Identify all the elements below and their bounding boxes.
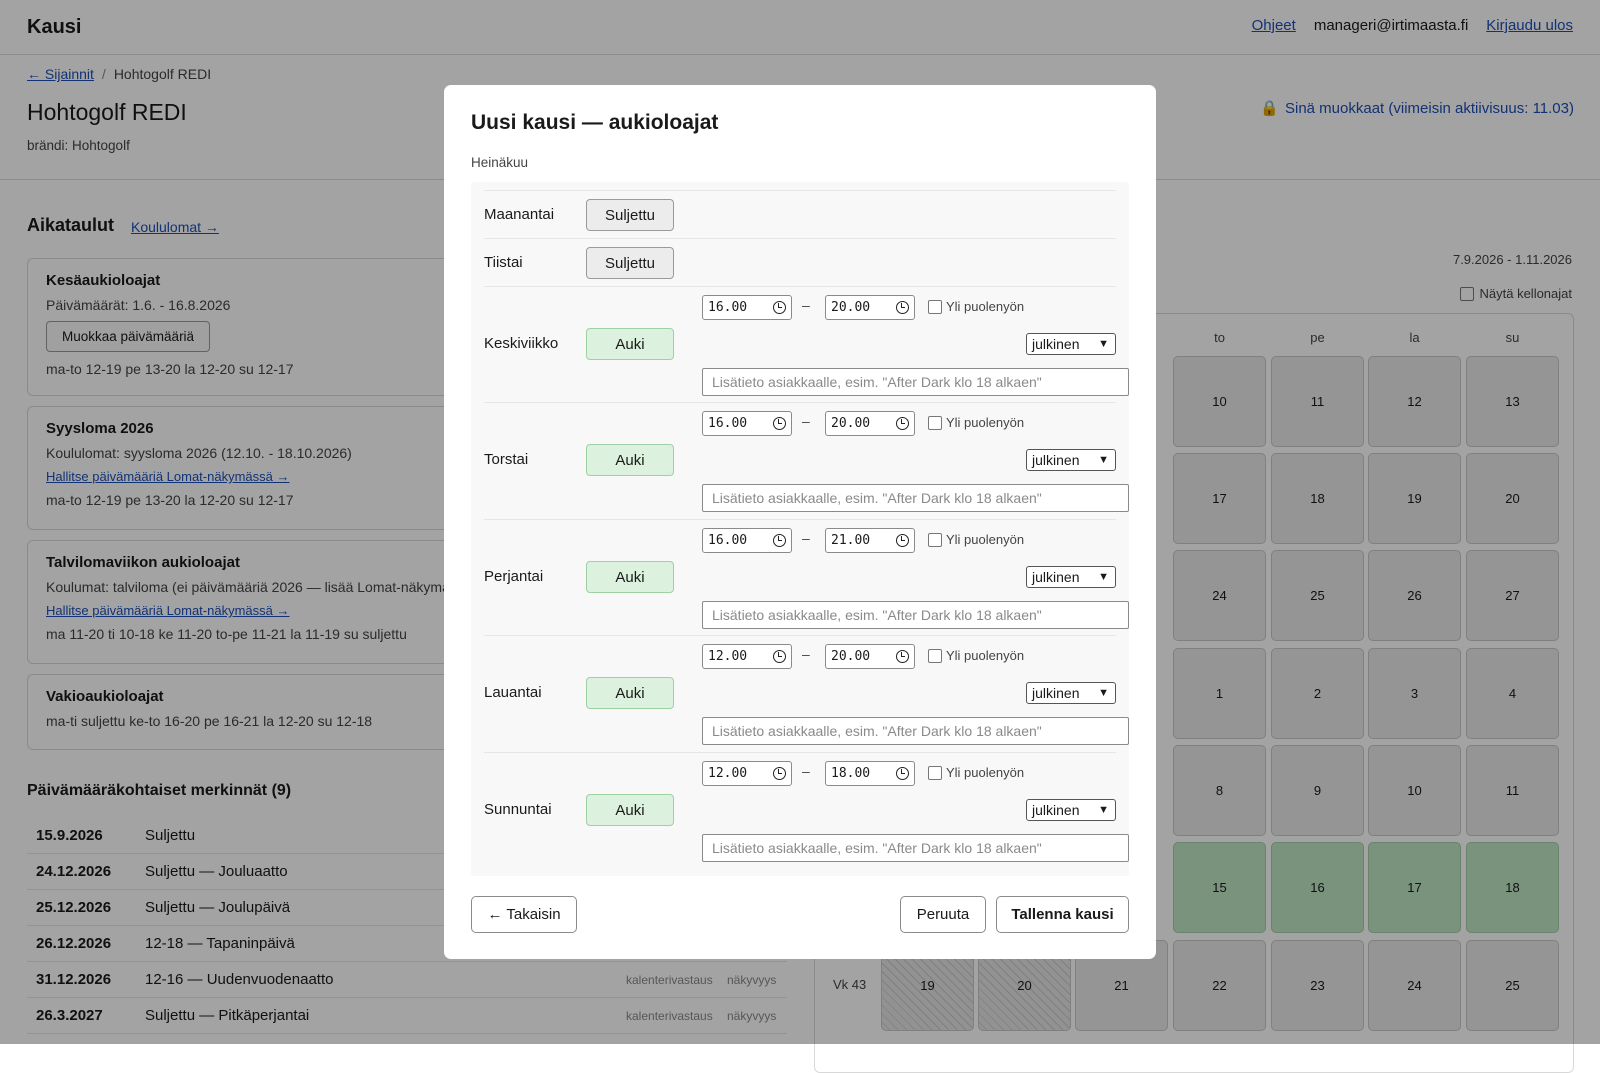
weekday-row: Keskiviikko Auki 16.00 – 20.00 Yli puolenyön j… [484,286,1129,402]
customer-note-input[interactable]: Lisätieto asiakkaalle, esim. "After Dark… [702,368,1129,396]
past-midnight-checkbox[interactable] [928,765,942,780]
visibility-select[interactable]: julkinen ▼ [1026,682,1116,704]
cancel-button[interactable]: Peruuta [900,896,986,933]
customer-note-input[interactable]: Lisätieto asiakkaalle, esim. "After Dark… [702,834,1129,862]
day-state-toggle[interactable]: Suljettu [586,247,674,279]
weekday-name: Torstai [484,451,529,468]
day-state-toggle[interactable]: Auki [586,328,674,360]
clock-icon[interactable] [773,650,786,663]
chevron-down-icon: ▼ [1098,338,1109,350]
close-time-value: 20.00 [831,649,871,664]
close-time-input[interactable]: 20.00 [825,411,915,436]
past-midnight-toggle[interactable]: Yli puolenyön [928,532,1024,547]
day-state-toggle[interactable]: Auki [586,677,674,709]
customer-note-input[interactable]: Lisätieto asiakkaalle, esim. "After Dark… [702,601,1129,629]
visibility-select[interactable]: julkinen ▼ [1026,449,1116,471]
new-season-dialog: Uusi kausi — aukioloajat Heinäkuu Maanan… [444,85,1156,959]
close-time-input[interactable]: 20.00 [825,295,915,320]
open-time-input[interactable]: 16.00 [702,411,792,436]
past-midnight-label: Yli puolenyön [946,299,1025,314]
past-midnight-checkbox[interactable] [928,648,942,663]
weekday-name: Perjantai [484,568,544,585]
close-time-input[interactable]: 20.00 [825,644,915,669]
clock-icon[interactable] [773,301,786,314]
weekday-name: Tiistai [484,254,523,271]
visibility-value: julkinen [1032,685,1080,701]
past-midnight-toggle[interactable]: Yli puolenyön [928,765,1024,780]
open-time-input[interactable]: 12.00 [702,644,792,669]
close-time-value: 21.00 [831,533,871,548]
chevron-down-icon: ▼ [1098,687,1109,699]
clock-icon[interactable] [773,534,786,547]
past-midnight-label: Yli puolenyön [946,765,1025,780]
customer-note-input[interactable]: Lisätieto asiakkaalle, esim. "After Dark… [702,717,1129,745]
weekday-row: Lauantai Auki 12.00 – 20.00 Yli puolenyön julk… [484,635,1129,751]
clock-icon[interactable] [773,767,786,780]
chevron-down-icon: ▼ [1098,571,1109,583]
visibility-value: julkinen [1032,452,1080,468]
close-time-value: 18.00 [831,766,871,781]
time-range-dash: – [802,646,810,662]
open-time-input[interactable]: 12.00 [702,761,792,786]
clock-icon[interactable] [896,301,909,314]
day-state-toggle[interactable]: Auki [586,561,674,593]
weekday-row: Torstai Auki 16.00 – 20.00 Yli puolenyön julki… [484,402,1129,518]
visibility-select[interactable]: julkinen ▼ [1026,566,1116,588]
visibility-select[interactable]: julkinen ▼ [1026,799,1116,821]
clock-icon[interactable] [896,534,909,547]
open-time-value: 16.00 [708,300,748,315]
weekday-name: Keskiviikko [484,335,559,352]
open-time-value: 12.00 [708,766,748,781]
time-range-dash: – [802,413,810,429]
weekday-row: Maanantai Suljettu [484,190,1116,238]
close-time-input[interactable]: 21.00 [825,528,915,553]
chevron-down-icon: ▼ [1098,454,1109,466]
dialog-title: Uusi kausi — aukioloajat [471,111,719,134]
past-midnight-label: Yli puolenyön [946,415,1025,430]
weekday-name: Lauantai [484,684,542,701]
clock-icon[interactable] [896,767,909,780]
time-range-dash: – [802,297,810,313]
customer-note-input[interactable]: Lisätieto asiakkaalle, esim. "After Dark… [702,484,1129,512]
time-range-dash: – [802,763,810,779]
close-time-input[interactable]: 18.00 [825,761,915,786]
chevron-down-icon: ▼ [1098,804,1109,816]
weekday-row: Perjantai Auki 16.00 – 21.00 Yli puolenyön jul… [484,519,1129,635]
day-state-toggle[interactable]: Auki [586,794,674,826]
past-midnight-checkbox[interactable] [928,299,942,314]
past-midnight-toggle[interactable]: Yli puolenyön [928,299,1024,314]
clock-icon[interactable] [896,417,909,430]
open-time-input[interactable]: 16.00 [702,528,792,553]
past-midnight-toggle[interactable]: Yli puolenyön [928,415,1024,430]
weekday-name: Sunnuntai [484,801,552,818]
past-midnight-toggle[interactable]: Yli puolenyön [928,648,1024,663]
visibility-value: julkinen [1032,569,1080,585]
open-time-value: 16.00 [708,416,748,431]
clock-icon[interactable] [896,650,909,663]
dialog-subtitle: Heinäkuu [471,155,529,170]
weekday-row: Tiistai Suljettu [484,238,1116,286]
weekday-row: Sunnuntai Auki 12.00 – 18.00 Yli puolenyön jul… [484,752,1129,868]
past-midnight-label: Yli puolenyön [946,648,1025,663]
weekday-name: Maanantai [484,206,555,223]
open-time-input[interactable]: 16.00 [702,295,792,320]
time-range-dash: – [802,530,810,546]
past-midnight-checkbox[interactable] [928,415,942,430]
back-button[interactable]: ← Takaisin [471,896,577,933]
open-time-value: 12.00 [708,649,748,664]
weekday-hours-list: Maanantai Suljettu Tiistai Suljettu Keskivii… [471,182,1129,876]
visibility-value: julkinen [1032,802,1080,818]
clock-icon[interactable] [773,417,786,430]
close-time-value: 20.00 [831,300,871,315]
visibility-value: julkinen [1032,336,1080,352]
past-midnight-checkbox[interactable] [928,532,942,547]
open-time-value: 16.00 [708,533,748,548]
save-season-button[interactable]: Tallenna kausi [996,896,1129,933]
past-midnight-label: Yli puolenyön [946,532,1025,547]
close-time-value: 20.00 [831,416,871,431]
day-state-toggle[interactable]: Suljettu [586,199,674,231]
day-state-toggle[interactable]: Auki [586,444,674,476]
visibility-select[interactable]: julkinen ▼ [1026,333,1116,355]
